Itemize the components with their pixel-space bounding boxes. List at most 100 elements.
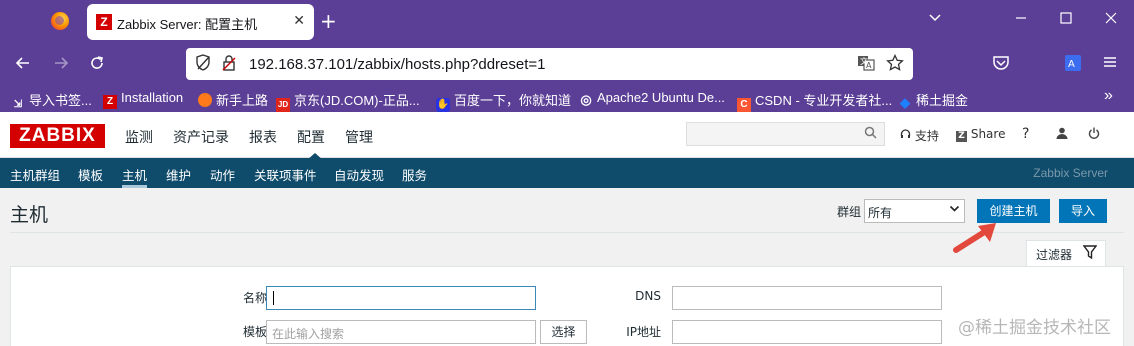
hamburger-menu-icon[interactable] — [1102, 54, 1118, 75]
submenu-event-correlation[interactable]: 关联项事件 — [254, 165, 317, 184]
bookmark-label: Installation — [121, 90, 184, 105]
filter-funnel-icon — [1082, 244, 1098, 264]
csdn-icon: C — [737, 98, 751, 112]
menu-inventory[interactable]: 资产记录 — [173, 127, 229, 147]
tab-title: Zabbix Server: 配置主机 — [117, 17, 258, 32]
insecure-lock-icon[interactable] — [222, 54, 236, 76]
support-link[interactable]: 支持 — [900, 127, 939, 144]
zabbix-favicon-icon: Z — [96, 14, 112, 30]
bookmark-baidu[interactable]: ✋ 百度一下，你就知道 — [436, 90, 571, 112]
translate-icon[interactable]: 文A — [857, 54, 875, 76]
zabbix-share-icon: Z — [956, 131, 967, 142]
bookmark-import[interactable]: ⇲ 导入书签... — [11, 90, 92, 112]
maximize-window-icon[interactable] — [1059, 11, 1073, 29]
browser-tab-active[interactable]: Z Zabbix Server: 配置主机 ✕ — [87, 4, 314, 40]
submenu-host-groups[interactable]: 主机群组 — [10, 165, 60, 184]
watermark-text: @稀土掘金技术社区 — [958, 318, 1111, 338]
chevron-down-icon — [949, 203, 960, 217]
filter-label: 过滤器 — [1036, 248, 1073, 262]
menu-administration[interactable]: 管理 — [345, 127, 373, 147]
zabbix-icon: Z — [103, 95, 117, 109]
search-icon[interactable] — [864, 126, 877, 143]
translate-extension-icon[interactable]: A — [1064, 54, 1082, 77]
bookmarks-bar: ⇲ 导入书签... Z Installation 新手上路 JD 京东(JD.COM)… — [0, 84, 1134, 112]
bookmark-installation[interactable]: Z Installation — [103, 90, 183, 109]
filter-tab[interactable]: 过滤器 — [1026, 240, 1106, 266]
tracking-protection-shield-icon[interactable] — [195, 54, 211, 76]
headset-icon — [900, 129, 915, 143]
bookmark-label: 导入书签... — [29, 93, 92, 108]
ip-address-label: IP地址 — [626, 325, 661, 339]
new-tab-button[interactable]: + — [320, 10, 337, 32]
zabbix-header: ZABBIX 监测 资产记录 报表 配置 管理 支持 Z Share ? — [0, 112, 1134, 160]
globe-icon: ◎ — [580, 92, 592, 107]
group-select-value: 所有 — [868, 206, 893, 220]
juejin-icon: ◆ — [900, 95, 910, 110]
support-label: 支持 — [914, 129, 939, 143]
pocket-icon[interactable] — [992, 54, 1010, 77]
forward-arrow-icon[interactable] — [52, 54, 70, 77]
close-window-icon[interactable] — [1104, 11, 1118, 29]
svg-text:A: A — [1068, 59, 1075, 70]
bookmark-label: 京东(JD.COM)-正品... — [294, 93, 420, 108]
page-title: 主机 — [10, 204, 49, 226]
dns-input[interactable] — [672, 286, 942, 310]
close-tab-icon[interactable]: ✕ — [293, 13, 305, 29]
host-name-input[interactable] — [266, 286, 536, 310]
browser-tab-strip: Z Zabbix Server: 配置主机 ✕ + — [0, 0, 1134, 44]
more-bookmarks-chevron-icon[interactable]: » — [1104, 87, 1113, 105]
configuration-submenu: 主机群组 模板 主机 维护 动作 关联项事件 自动发现 服务 Zabbix Se… — [0, 158, 1134, 188]
import-icon: ⇲ — [13, 99, 23, 110]
bookmark-label: 新手上路 — [216, 93, 269, 108]
submenu-hosts[interactable]: 主机 — [122, 165, 148, 188]
submenu-actions[interactable]: 动作 — [210, 165, 235, 184]
firefox-icon — [198, 93, 212, 107]
zabbix-logo[interactable]: ZABBIX — [10, 124, 105, 148]
bookmark-csdn[interactable]: C CSDN - 专业开发者社... — [737, 90, 892, 112]
user-profile-icon[interactable] — [1056, 127, 1068, 142]
server-name: Zabbix Server — [1033, 166, 1108, 180]
bookmark-juejin[interactable]: ◆ 稀土掘金 — [898, 90, 968, 110]
back-arrow-icon[interactable] — [14, 54, 32, 77]
address-bar[interactable]: 192.168.37.101/zabbix/hosts.php?ddreset=… — [186, 48, 913, 80]
import-button[interactable]: 导入 — [1059, 199, 1107, 223]
url-text[interactable]: 192.168.37.101/zabbix/hosts.php?ddreset=… — [249, 56, 545, 73]
template-label: 模板 — [242, 325, 267, 339]
menu-reports[interactable]: 报表 — [249, 127, 277, 147]
dns-label: DNS — [635, 289, 661, 303]
share-link[interactable]: Z Share — [956, 127, 1005, 142]
bookmark-label: 稀土掘金 — [916, 93, 969, 108]
ip-address-input[interactable] — [672, 320, 942, 344]
filter-panel: 名称 模板 在此输入搜索 选择 DNS IP地址 — [10, 266, 1124, 346]
reload-icon[interactable] — [88, 54, 106, 77]
bookmark-jd[interactable]: JD 京东(JD.COM)-正品... — [276, 90, 420, 112]
firefox-view-icon[interactable] — [51, 12, 69, 30]
help-icon[interactable]: ? — [1022, 126, 1029, 142]
bookmark-getting-started[interactable]: 新手上路 — [198, 90, 268, 109]
template-search-input[interactable]: 在此输入搜索 — [266, 320, 536, 344]
menu-configuration[interactable]: 配置 — [297, 127, 325, 160]
jd-icon: JD — [276, 98, 290, 112]
bookmark-label: Apache2 Ubuntu De... — [597, 90, 725, 105]
browser-nav-bar: 192.168.37.101/zabbix/hosts.php?ddreset=… — [0, 44, 1134, 84]
annotation-arrow-icon — [953, 223, 996, 253]
baidu-icon: ✋ — [436, 98, 450, 112]
submenu-discovery[interactable]: 自动发现 — [334, 165, 384, 184]
group-label: 群组 — [837, 205, 862, 219]
bookmark-star-icon[interactable] — [886, 53, 904, 76]
menu-monitoring[interactable]: 监测 — [125, 127, 153, 147]
name-label: 名称 — [242, 291, 267, 305]
sign-out-icon[interactable] — [1088, 127, 1100, 142]
bookmark-label: 百度一下，你就知道 — [454, 93, 572, 108]
svg-text:A: A — [866, 61, 872, 70]
template-select-button[interactable]: 选择 — [540, 320, 587, 344]
bookmark-label: CSDN - 专业开发者社... — [755, 93, 893, 108]
submenu-services[interactable]: 服务 — [402, 165, 427, 184]
tab-list-chevron-icon[interactable] — [928, 11, 942, 29]
share-label: Share — [970, 127, 1006, 141]
submenu-templates[interactable]: 模板 — [78, 165, 103, 184]
minimize-window-icon[interactable] — [1014, 11, 1028, 29]
submenu-maintenance[interactable]: 维护 — [166, 165, 191, 184]
global-search-input[interactable] — [686, 122, 885, 146]
bookmark-apache[interactable]: ◎ Apache2 Ubuntu De... — [579, 90, 725, 107]
